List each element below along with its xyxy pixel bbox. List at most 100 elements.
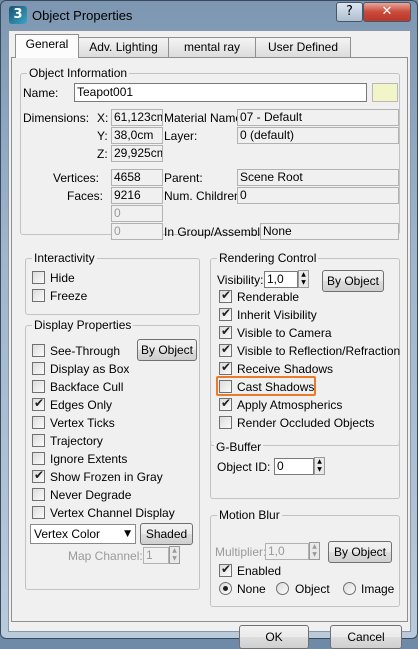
apply-atmospherics-checkbox[interactable]: [219, 396, 232, 411]
render-occluded-objects-label: Render Occluded Objects: [237, 416, 375, 430]
motion-blur-legend: Motion Blur: [217, 508, 282, 522]
map-channel-input[interactable]: 1: [143, 547, 169, 564]
g-buffer-group: G-Buffer Object ID: 0 ▲ ▼: [210, 440, 400, 499]
title-bar[interactable]: 3 Object Properties ? ✕: [1, 1, 417, 29]
vertex-channel-display-label: Vertex Channel Display: [50, 506, 175, 520]
g-buffer-legend: G-Buffer: [214, 440, 264, 454]
num-children-value: 0: [237, 187, 399, 204]
motion-blur-group: Motion Blur Multiplier: 1,0 ▲ ▼ By Object…: [210, 508, 400, 607]
display-by-object-button[interactable]: By Object: [137, 339, 197, 361]
vertices-value: 4658: [111, 169, 163, 186]
dimension-y-value: 38,0cm: [111, 127, 163, 144]
visibility-spinner[interactable]: ▲ ▼: [298, 270, 309, 288]
in-group-assembly-label: In Group/Assembly:: [164, 225, 270, 239]
multiplier-input[interactable]: 1,0: [265, 543, 309, 560]
freeze-label: Freeze: [50, 289, 88, 303]
chevron-down-icon: ▼: [124, 529, 131, 539]
motion-blur-enabled-checkbox[interactable]: [219, 562, 232, 577]
vertex-channel-display-checkbox[interactable]: [32, 506, 45, 519]
hide-label: Hide: [50, 271, 75, 285]
faces-label: Faces:: [67, 189, 104, 203]
rendering-by-object-button[interactable]: By Object: [322, 270, 384, 292]
object-color-swatch[interactable]: [372, 83, 398, 102]
see-through-checkbox[interactable]: [32, 344, 45, 357]
visible-to-camera-label: Visible to Camera: [237, 326, 332, 340]
visibility-input[interactable]: 1,0: [264, 271, 298, 288]
material-name-value: 07 - Default: [237, 109, 399, 126]
multiplier-spinner[interactable]: ▲ ▼: [309, 542, 320, 560]
blur-image-radio[interactable]: [343, 582, 356, 595]
show-frozen-in-gray-label: Show Frozen in Gray: [50, 470, 163, 484]
visible-to-camera-checkbox[interactable]: [219, 324, 232, 339]
parent-label: Parent:: [164, 171, 203, 185]
motion-blur-enabled-label: Enabled: [237, 564, 282, 578]
object-id-input[interactable]: 0: [274, 458, 314, 475]
vertex-color-dropdown[interactable]: Vertex Color ▼: [30, 524, 136, 544]
object-id-spinner[interactable]: ▲ ▼: [314, 457, 325, 475]
render-occluded-objects-checkbox[interactable]: [219, 416, 232, 429]
rendering-control-legend: Rendering Control: [217, 251, 319, 265]
object-information-group: Object Information Name: Teapot001 Dimen…: [20, 66, 400, 240]
display-as-box-checkbox[interactable]: [32, 362, 45, 375]
dimension-x-label: X:: [97, 111, 109, 125]
help-button[interactable]: ?: [336, 2, 363, 22]
shaded-button[interactable]: Shaded: [140, 523, 193, 545]
dimension-z-label: Z:: [97, 147, 108, 161]
app-logo-icon: 3: [9, 6, 27, 24]
cancel-button[interactable]: Cancel: [330, 625, 402, 649]
renderable-checkbox[interactable]: [219, 288, 232, 303]
hide-checkbox[interactable]: [32, 271, 45, 284]
inherit-visibility-label: Inherit Visibility: [237, 308, 317, 322]
map-channel-label: Map Channel:: [68, 549, 143, 563]
motion-blur-by-object-button[interactable]: By Object: [328, 541, 392, 563]
ok-button[interactable]: OK: [239, 625, 309, 649]
receive-shadows-checkbox[interactable]: [219, 360, 232, 375]
tab-general[interactable]: General: [15, 34, 79, 58]
dimension-z-value: 29,925cm: [111, 145, 163, 162]
inherit-visibility-checkbox[interactable]: [219, 306, 232, 321]
tab-mental-ray[interactable]: mental ray: [168, 37, 256, 57]
cast-shadows-checkbox[interactable]: [219, 380, 232, 393]
freeze-checkbox[interactable]: [32, 289, 45, 302]
object-name-input[interactable]: Teapot001: [74, 83, 367, 102]
never-degrade-checkbox[interactable]: [32, 488, 45, 501]
see-through-label: See-Through: [50, 344, 121, 358]
visible-to-reflection-refraction-checkbox[interactable]: [219, 342, 232, 357]
ignore-extents-checkbox[interactable]: [32, 452, 45, 465]
parent-value: Scene Root: [237, 169, 399, 186]
show-frozen-in-gray-checkbox[interactable]: [32, 468, 45, 483]
tab-adv-lighting[interactable]: Adv. Lighting: [78, 37, 169, 57]
blank-field-1: 0: [111, 205, 163, 222]
blank-field-2: 0: [111, 223, 163, 240]
vertex-ticks-label: Vertex Ticks: [50, 416, 115, 430]
display-as-box-label: Display as Box: [50, 362, 130, 376]
blur-object-label: Object: [295, 582, 330, 596]
name-label: Name:: [23, 86, 59, 100]
backface-cull-checkbox[interactable]: [32, 380, 45, 393]
receive-shadows-label: Receive Shadows: [237, 362, 334, 376]
interactivity-legend: Interactivity: [32, 251, 97, 265]
blur-none-radio[interactable]: [219, 582, 232, 595]
general-tab-panel: Object Information Name: Teapot001 Dimen…: [11, 57, 408, 649]
num-children-label: Num. Children:: [164, 189, 245, 203]
blur-object-radio[interactable]: [276, 582, 289, 595]
visible-to-reflection-refraction-label: Visible to Reflection/Refraction: [237, 344, 401, 358]
dimensions-label: Dimensions:: [23, 111, 90, 125]
apply-atmospherics-label: Apply Atmospherics: [237, 398, 343, 412]
tab-user-defined[interactable]: User Defined: [255, 37, 351, 57]
close-button[interactable]: ✕: [363, 2, 411, 22]
edges-only-checkbox[interactable]: [32, 396, 45, 411]
vertex-color-value: Vertex Color: [34, 527, 101, 541]
dimension-y-label: Y:: [97, 129, 108, 143]
visibility-label: Visibility:: [217, 273, 264, 287]
map-channel-spinner[interactable]: ▲ ▼: [169, 546, 180, 564]
renderable-label: Renderable: [237, 290, 300, 304]
layer-value: 0 (default): [237, 127, 399, 144]
faces-value: 9216: [111, 187, 163, 204]
trajectory-label: Trajectory: [50, 434, 103, 448]
trajectory-checkbox[interactable]: [32, 434, 45, 447]
layer-label: Layer:: [164, 129, 198, 143]
vertex-ticks-checkbox[interactable]: [32, 416, 45, 429]
backface-cull-label: Backface Cull: [50, 380, 124, 394]
display-properties-group: Display Properties By Object See-Through…: [25, 318, 200, 590]
